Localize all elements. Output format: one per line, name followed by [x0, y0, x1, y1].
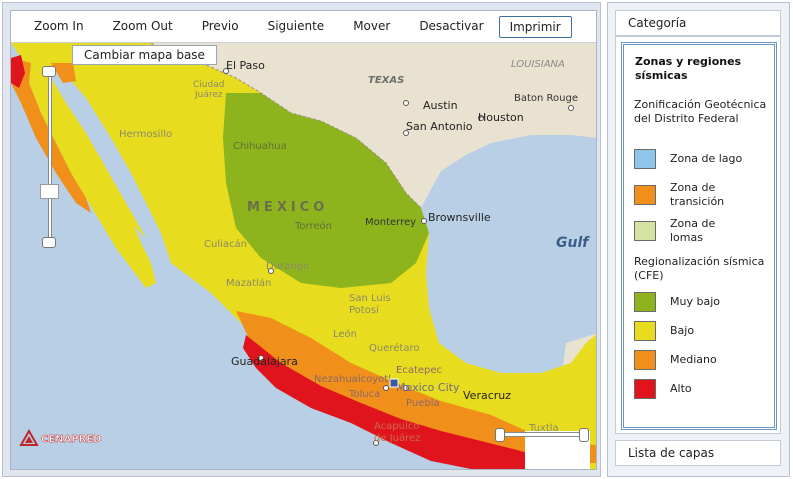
legend-swatch [634, 149, 656, 169]
label-louisiana: LOUISIANA [511, 59, 565, 70]
legend-swatch [634, 185, 656, 205]
zoom-slider-bottom-handle[interactable] [42, 237, 56, 248]
label-mazatlan: Mazatlán [226, 277, 271, 289]
zoom-slider-rail[interactable] [48, 71, 52, 239]
label-monterrey: Monterrey [365, 217, 416, 228]
label-texas: TEXAS [368, 75, 404, 86]
opacity-slider-rail[interactable] [500, 432, 586, 437]
legend-item: Mediano [634, 346, 750, 374]
opacity-slider-left-handle[interactable] [495, 428, 505, 442]
legend-item: Bajo [634, 317, 750, 345]
opacity-slider-right-handle[interactable] [579, 428, 589, 442]
legend-item-label: Bajo [670, 324, 695, 337]
label-veracruz: Veracruz [463, 389, 511, 402]
legend-section-geotecnica: Zonificación Geotécnica del Distrito Fed… [634, 98, 767, 125]
label-mexico-city: Mexico City [396, 381, 460, 394]
deactivate-button[interactable]: Desactivar [410, 16, 492, 38]
label-houston: Houston [478, 111, 524, 124]
label-ecatepec: Ecatepec [396, 365, 442, 376]
next-extent-button[interactable]: Siguiente [259, 16, 334, 38]
zoom-out-button[interactable]: Zoom Out [104, 16, 182, 38]
label-durango: Durango [266, 261, 309, 272]
svg-text:de Juárez: de Juárez [374, 432, 420, 444]
logo-text: CENAPRED [41, 434, 101, 445]
previous-extent-button[interactable]: Previo [193, 16, 248, 38]
label-toluca: Toluca [348, 389, 380, 400]
layer-list-tab[interactable]: Lista de capas [615, 440, 781, 466]
label-austin: Austin [423, 99, 458, 112]
legend-item-label: Alto [670, 382, 692, 395]
seismic-zone-map[interactable]: El Paso Ciudad Juárez TEXAS LOUISIANA Ba… [11, 43, 597, 470]
legend-item-label: Zona de lago [670, 152, 743, 165]
legend-title: Zonas y regiones sísmicas [635, 55, 742, 82]
legend-swatch [634, 292, 656, 312]
legend-item: Zona de transición [634, 181, 750, 209]
change-basemap-button[interactable]: Cambiar mapa base [72, 45, 217, 65]
map-toolbar: Zoom In Zoom Out Previo Siguiente Mover … [11, 11, 596, 43]
legend-item: Muy bajo [634, 288, 750, 316]
label-chihuahua: Chihuahua [233, 141, 287, 152]
label-guadalajara: Guadalajara [231, 355, 298, 368]
legend-swatch [634, 221, 656, 241]
label-culiacan: Culiacán [204, 238, 247, 250]
label-san-luis-potosi: San Luis [349, 293, 391, 304]
legend-item: Zona de lago [634, 145, 750, 173]
category-tab[interactable]: Categoría [615, 10, 781, 36]
legend-item-label: Muy bajo [670, 295, 720, 308]
legend-item: Zona de lomas [634, 217, 750, 245]
label-san-antonio: San Antonio [406, 120, 473, 133]
legend-swatch [634, 350, 656, 370]
label-el-paso: El Paso [226, 59, 265, 72]
label-gulf: Gulf [556, 235, 590, 251]
label-hermosillo: Hermosillo [119, 129, 172, 140]
label-acapulco: Acapulco [374, 421, 419, 432]
map-panel: Zoom In Zoom Out Previo Siguiente Mover … [2, 2, 601, 477]
print-button[interactable]: Imprimir [498, 15, 572, 38]
legend-item-label: Mediano [670, 353, 717, 366]
label-baton-rouge: Baton Rouge [514, 93, 578, 104]
label-puebla: Puebla [406, 398, 440, 409]
map-viewport[interactable]: Zoom In Zoom Out Previo Siguiente Mover … [10, 10, 597, 470]
label-queretaro: Querétaro [369, 342, 419, 354]
legend-item-label: Zona de lomas [670, 217, 716, 244]
legend-sidebar: Categoría Zonas y regiones sísmicas Zoni… [607, 2, 790, 477]
pan-button[interactable]: Mover [344, 16, 399, 38]
legend-item-label: Zona de transición [670, 181, 725, 208]
svg-text:Juárez: Juárez [194, 90, 223, 100]
legend-swatch [634, 321, 656, 341]
cenapred-logo: CENAPRED [19, 428, 119, 451]
legend-section-cfe: Regionalización sísmica (CFE) [634, 255, 765, 282]
label-mexico: MEXICO [247, 200, 328, 215]
zoom-slider-thumb[interactable] [40, 184, 59, 199]
legend-container: Zonas y regiones sísmicas Zonificación G… [615, 36, 781, 434]
label-ciudad-juarez: Ciudad [193, 80, 224, 90]
legend-swatch [634, 379, 656, 399]
legend-panel: Zonas y regiones sísmicas Zonificación G… [621, 42, 777, 430]
label-leon: León [333, 328, 357, 340]
location-marker-icon[interactable] [389, 378, 399, 388]
label-torreon: Torreón [294, 220, 332, 232]
zoom-in-button[interactable]: Zoom In [25, 16, 93, 38]
label-nezahualcoyotl: Nezahualcoyotl [314, 374, 391, 385]
label-brownsville: Brownsville [428, 211, 491, 224]
legend-item: Alto [634, 375, 750, 403]
svg-text:Potosí: Potosí [349, 304, 380, 316]
zoom-slider-top-handle[interactable] [42, 66, 56, 77]
